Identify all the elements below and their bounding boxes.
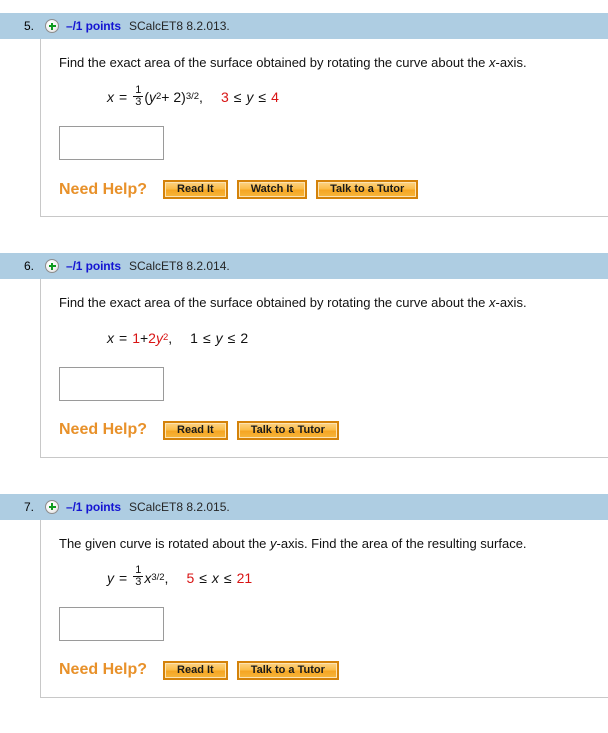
eq7-domain-rel1: ≤ (199, 569, 207, 586)
problem-6-answer-input[interactable] (59, 366, 164, 401)
eq5-plus-term: + 2 (161, 89, 182, 106)
problem-7-body: The given curve is rotated about the y -a… (40, 519, 608, 698)
problem-7-prompt: The given curve is rotated about the y-a… (59, 536, 608, 552)
problem-7-prompt-b: -axis. Find the area of the resulting su… (276, 535, 527, 551)
problem-6-body: Find the exact area of the surface obtai… (40, 279, 608, 458)
problem-6-help-row: Need Help? Read It Talk to a Tutor (59, 420, 608, 440)
top-spacer (0, 0, 608, 13)
problem-6-equation: x = 1 + 2 y 2, 1 ≤ y ≤2 (107, 329, 249, 346)
problem-6: 6. –/1 points SCalcET8 8.2.014. Find the… (0, 253, 608, 458)
eq6-comma: , (168, 329, 173, 346)
problem-5-code: SCalcET8 8.2.013. (129, 19, 230, 33)
problem-7-read-it-button[interactable]: Read It (163, 660, 228, 680)
problem-5-body: Find the exact area of the surface obtai… (40, 39, 608, 218)
problem-6-prompt-a: Find the exact area of the surface obtai… (59, 295, 489, 311)
problem-7-help-row: Need Help? Read It Talk to a Tutor (59, 660, 608, 680)
problem-6-prompt-b: -axis. (495, 295, 527, 311)
problem-5-header: 5. –/1 points SCalcET8 8.2.013. (0, 13, 608, 39)
problem-5-prompt: Find the exact area of the surface obtai… (59, 55, 608, 71)
eq5-domain-hi: 4 (271, 89, 279, 106)
eq5-frac-denominator: 3 (133, 95, 144, 108)
eq6-term2-var: y (155, 329, 163, 346)
problem-7-header: 7. –/1 points SCalcET8 8.2.015. (0, 493, 608, 520)
problem-5-answer-input[interactable] (59, 126, 164, 161)
problem-7-help-label: Need Help? (59, 661, 148, 679)
eq6-domain-rel2: ≤ (227, 329, 236, 346)
eq5-equals: = (119, 89, 128, 106)
problem-7-number: 7. (23, 499, 34, 514)
eq6-lhs: x (107, 329, 114, 346)
eq5-lhs: x (107, 89, 114, 106)
gap-6-7 (0, 458, 608, 494)
eq7-domain-hi: 21 (236, 569, 253, 586)
problem-5: 5. –/1 points SCalcET8 8.2.013. Find the… (0, 13, 608, 218)
problem-6-points: –/1 points (66, 259, 122, 274)
problem-5-number: 5. (23, 19, 34, 33)
problem-7-code: SCalcET8 8.2.015. (129, 499, 230, 514)
eq6-coefficient: 2 (148, 329, 156, 346)
gap-5-6 (0, 217, 608, 253)
eq7-domain-rel2: ≤ (223, 569, 232, 586)
problem-5-points: –/1 points (66, 19, 122, 33)
eq5-fraction: 13 (133, 83, 144, 108)
problem-6-talk-to-tutor-button[interactable]: Talk to a Tutor (236, 420, 339, 440)
problem-5-prompt-a: Find the exact area of the surface obtai… (59, 55, 489, 70)
eq5-base-var: y (148, 89, 156, 106)
problem-7-points: –/1 points (66, 499, 122, 514)
eq6-domain-hi: 2 (240, 329, 249, 346)
problem-7-equation: y = 1 3 x 3/2, 5 ≤ x ≤21 (107, 564, 253, 589)
problem-7-talk-to-tutor-button[interactable]: Talk to a Tutor (236, 660, 339, 680)
eq6-term1: 1 (132, 329, 140, 346)
problem-6-number: 6. (23, 259, 34, 274)
problem-5-read-it-button[interactable]: Read It (163, 180, 228, 200)
eq7-domain-lo: 5 (186, 569, 195, 586)
problem-6-help-label: Need Help? (59, 421, 148, 438)
eq5-domain-rel1: ≤ (233, 89, 242, 106)
eq7-frac-denominator: 3 (133, 576, 144, 589)
eq6-domain-lo: 1 (190, 329, 198, 346)
eq5-domain-rel2: ≤ (258, 89, 267, 106)
eq5-comma: , (199, 89, 203, 106)
eq7-lhs: y (107, 569, 114, 586)
eq7-base-var: x (144, 569, 152, 586)
expand-plus-icon[interactable] (45, 259, 59, 274)
eq6-plus: + (139, 329, 149, 346)
eq7-equals: = (119, 569, 128, 586)
problem-7: 7. –/1 points SCalcET8 8.2.015. The give… (0, 493, 608, 698)
problem-5-watch-it-button[interactable]: Watch It (236, 180, 308, 200)
eq6-domain-rel1: ≤ (202, 329, 211, 346)
eq5-frac-numerator: 1 (135, 83, 142, 96)
problem-6-prompt: Find the exact area of the surface obtai… (59, 295, 608, 311)
problem-6-read-it-button[interactable]: Read It (163, 420, 228, 440)
problem-5-equation: x = 1 3(y 2 + 2) 3/2, 3 ≤ y ≤4 (107, 83, 279, 108)
problem-5-prompt-b: -axis. (495, 55, 527, 70)
problem-5-help-label: Need Help? (59, 180, 148, 198)
eq7-domain-var: x (211, 569, 219, 586)
problem-6-code: SCalcET8 8.2.014. (129, 259, 230, 274)
problem-7-answer-input[interactable] (59, 606, 164, 641)
eq7-fraction: 13 (133, 564, 144, 589)
problem-6-header: 6. –/1 points SCalcET8 8.2.014. (0, 253, 608, 280)
expand-plus-icon[interactable] (45, 499, 59, 514)
problem-5-talk-to-tutor-button[interactable]: Talk to a Tutor (316, 180, 419, 200)
problem-5-help-row: Need Help? Read It Watch It Talk to a Tu… (59, 180, 608, 200)
eq6-domain-var: y (215, 329, 223, 346)
problem-7-prompt-a: The given curve is rotated about the (59, 535, 271, 551)
eq7-frac-numerator: 1 (135, 564, 142, 577)
expand-plus-icon[interactable] (45, 19, 59, 33)
eq5-domain-lo: 3 (220, 89, 229, 106)
eq5-domain-var: y (246, 89, 254, 106)
eq6-equals: = (119, 329, 128, 346)
eq7-comma: , (164, 569, 169, 586)
